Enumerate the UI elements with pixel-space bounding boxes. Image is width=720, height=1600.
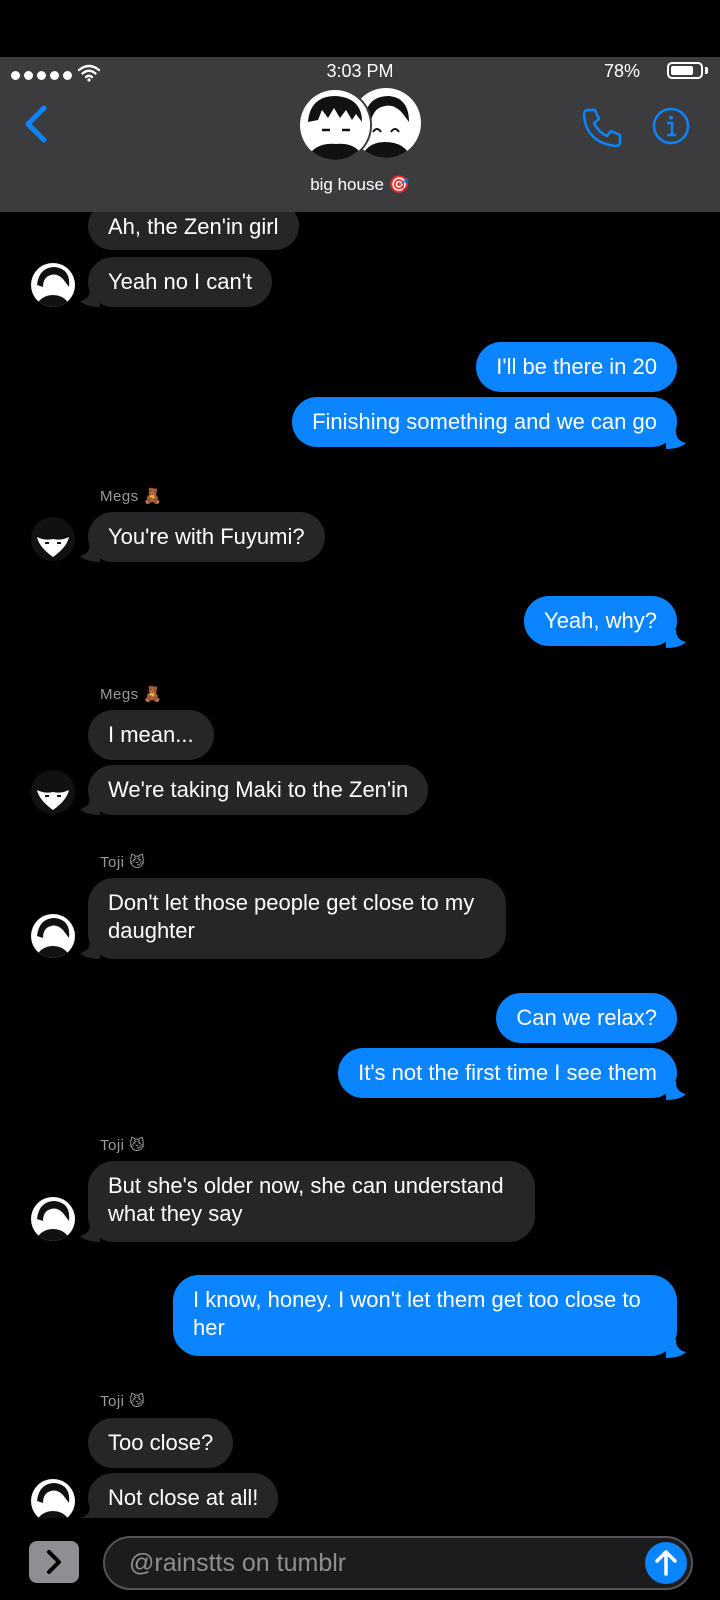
back-chevron-icon[interactable] xyxy=(20,104,50,144)
message-text: I'll be there in 20 xyxy=(496,354,657,379)
message-bubble[interactable]: It's not the first time I see them xyxy=(338,1048,677,1098)
sender-name: Toji 😼 xyxy=(100,1137,146,1154)
message-text: Too close? xyxy=(108,1430,214,1455)
message-text: You're with Fuyumi? xyxy=(108,524,305,549)
message-text: But she's older now, she can understand … xyxy=(108,1173,504,1226)
message-bubble[interactable]: Yeah no I can't xyxy=(88,257,273,307)
battery-tip xyxy=(705,67,708,74)
message-text: Finishing something and we can go xyxy=(312,409,657,434)
expand-icon xyxy=(47,1550,61,1574)
info-icon[interactable] xyxy=(652,107,690,145)
message-text: We're taking Maki to the Zen'in xyxy=(108,777,409,802)
message-bubble[interactable]: Don't let those people get close to my d… xyxy=(88,878,506,959)
send-arrow-icon xyxy=(655,1550,677,1576)
battery-icon xyxy=(667,62,703,79)
avatar[interactable] xyxy=(31,1197,75,1241)
message-text: Yeah, why? xyxy=(544,608,657,633)
avatar[interactable] xyxy=(31,914,75,958)
sender-name: Megs 🧸 xyxy=(100,488,163,505)
avatar[interactable] xyxy=(31,770,75,814)
expand-button[interactable] xyxy=(29,1541,79,1583)
group-avatar-megs[interactable] xyxy=(298,88,372,162)
message-text: Can we relax? xyxy=(516,1005,657,1030)
bubble-tail xyxy=(666,431,686,449)
message-bubble[interactable]: But she's older now, she can understand … xyxy=(88,1161,535,1242)
bubble-tail xyxy=(666,630,686,648)
avatar[interactable] xyxy=(31,1479,75,1523)
message-bubble[interactable]: I mean... xyxy=(88,710,214,760)
avatar[interactable] xyxy=(31,263,75,307)
message-bubble[interactable]: Can we relax? xyxy=(496,993,677,1043)
sender-name: Megs 🧸 xyxy=(100,686,163,703)
message-text: Ah, the Zen'in girl xyxy=(108,214,279,239)
message-text: It's not the first time I see them xyxy=(358,1060,657,1085)
message-bubble[interactable]: I'll be there in 20 xyxy=(476,342,677,392)
send-button[interactable] xyxy=(645,1542,687,1584)
bubble-tail xyxy=(666,1340,686,1358)
message-bubble[interactable]: Too close? xyxy=(88,1418,234,1468)
message-bubble[interactable]: Finishing something and we can go xyxy=(292,397,677,447)
message-bubble[interactable]: Not close at all! xyxy=(88,1473,279,1523)
message-bubble[interactable]: I know, honey. I won't let them get too … xyxy=(173,1275,677,1356)
message-bubble[interactable]: We're taking Maki to the Zen'in xyxy=(88,765,429,815)
bubble-tail xyxy=(666,1082,686,1100)
message-bubble[interactable]: Yeah, why? xyxy=(524,596,677,646)
message-text: Don't let those people get close to my d… xyxy=(108,890,475,943)
battery-percentage: 78% xyxy=(603,61,640,81)
group-name[interactable]: big house 🎯 xyxy=(0,175,720,195)
top-bar xyxy=(0,0,720,57)
message-text: I mean... xyxy=(108,722,194,747)
message-bubble[interactable]: You're with Fuyumi? xyxy=(88,512,325,562)
message-text: Yeah no I can't xyxy=(108,269,253,294)
message-input[interactable] xyxy=(103,1536,693,1590)
sender-name: Toji 😼 xyxy=(100,1393,146,1410)
sender-name: Toji 😼 xyxy=(100,854,146,871)
phone-icon[interactable] xyxy=(582,106,624,148)
avatar[interactable] xyxy=(31,517,75,561)
message-text: I know, honey. I won't let them get too … xyxy=(193,1287,641,1340)
message-text: Not close at all! xyxy=(108,1485,259,1510)
